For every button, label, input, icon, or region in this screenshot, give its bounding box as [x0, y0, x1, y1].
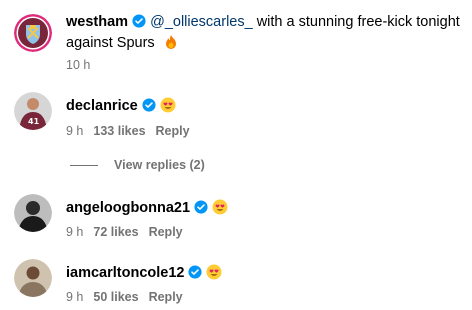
verified-badge-icon: [188, 265, 203, 279]
fire-emoji-icon: [165, 35, 176, 49]
comment-3: iamcarltoncole12: [66, 264, 222, 281]
comment-time: 9 h: [66, 290, 84, 304]
likes-count[interactable]: 133 likes: [93, 124, 145, 138]
reply-button[interactable]: Reply: [149, 290, 183, 304]
view-replies-label: View replies (2): [114, 158, 205, 172]
comment-time: 9 h: [66, 225, 84, 239]
heart-eyes-emoji-icon: [160, 97, 176, 113]
post-username[interactable]: westham: [66, 14, 128, 30]
comment-username[interactable]: declanrice: [66, 98, 138, 114]
declanrice-avatar[interactable]: 41: [14, 92, 52, 130]
reply-button[interactable]: Reply: [149, 225, 183, 239]
comment-2-meta: 9 h 72 likes Reply: [66, 225, 193, 239]
comment-1: declanrice: [66, 97, 176, 114]
view-replies-button[interactable]: View replies (2): [66, 158, 205, 172]
post-time: 10 h: [66, 58, 91, 72]
angeloogbonna21-avatar[interactable]: [14, 194, 52, 232]
verified-badge-icon: [142, 98, 156, 112]
comment-username[interactable]: iamcarltoncole12: [66, 265, 184, 281]
verified-badge-icon: [194, 200, 208, 214]
likes-count[interactable]: 72 likes: [93, 225, 138, 239]
reply-button[interactable]: Reply: [156, 124, 190, 138]
westham-avatar[interactable]: [14, 14, 52, 52]
mention-link[interactable]: @_olliescarles_: [150, 14, 253, 30]
post-meta: 10 h: [66, 58, 100, 72]
post-caption: westham @_olliescarles_ with a stunning …: [66, 12, 466, 54]
view-replies-line: [70, 165, 98, 167]
likes-count[interactable]: 50 likes: [93, 290, 138, 304]
svg-text:41: 41: [28, 117, 40, 126]
comment-time: 9 h: [66, 124, 84, 138]
comment-2: angeloogbonna21: [66, 199, 228, 216]
comment-1-meta: 9 h 133 likes Reply: [66, 124, 200, 138]
heart-eyes-emoji-icon: [206, 264, 222, 280]
comment-3-meta: 9 h 50 likes Reply: [66, 290, 193, 304]
comment-username[interactable]: angeloogbonna21: [66, 200, 190, 216]
heart-eyes-emoji-icon: [212, 199, 228, 215]
iamcarltoncole12-avatar[interactable]: [14, 259, 52, 297]
verified-badge-icon: [132, 14, 146, 28]
